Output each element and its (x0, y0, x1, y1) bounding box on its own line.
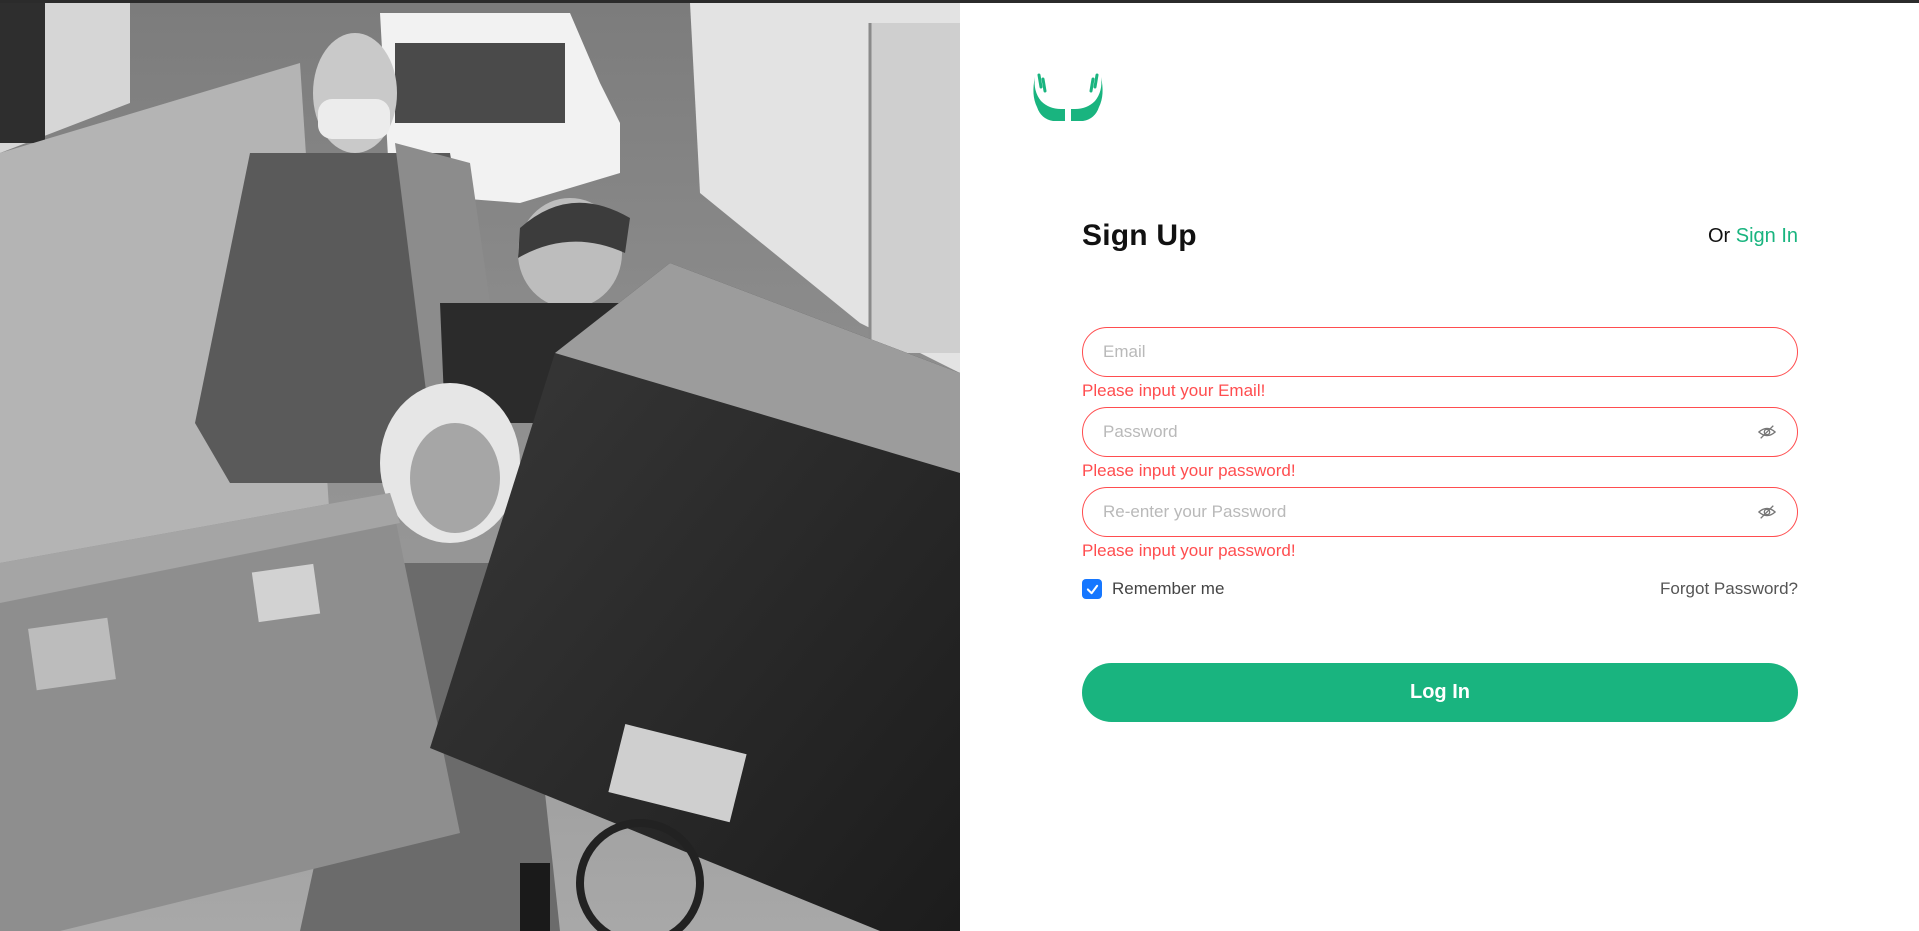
remember-row: Remember me Forgot Password? (1082, 577, 1798, 601)
hero-photo (0, 3, 960, 931)
remember-me[interactable]: Remember me (1082, 579, 1224, 599)
sign-in-link[interactable]: Sign In (1736, 225, 1798, 247)
password-error: Please input your password! (1082, 461, 1296, 480)
email-error: Please input your Email! (1082, 381, 1266, 400)
password-input[interactable] (1103, 422, 1757, 442)
email-input[interactable] (1103, 342, 1777, 362)
password-field[interactable] (1082, 407, 1798, 457)
confirm-password-input[interactable] (1103, 502, 1757, 522)
caring-hands-icon (1031, 73, 1105, 125)
login-button[interactable]: Log In (1082, 663, 1798, 722)
signup-page: Sign Up Or Sign In Please input your Ema… (0, 0, 1919, 931)
confirm-password-error: Please input your password! (1082, 541, 1296, 560)
check-icon (1086, 584, 1098, 594)
remember-checkbox[interactable] (1082, 579, 1102, 599)
or-text: Or (1707, 224, 1731, 247)
eye-invisible-icon[interactable] (1757, 502, 1777, 522)
eye-invisible-icon[interactable] (1757, 422, 1777, 442)
form-header: Sign Up Or Sign In (1082, 216, 1798, 256)
signup-panel: Sign Up Or Sign In Please input your Ema… (960, 3, 1919, 931)
page-title: Sign Up (1082, 219, 1197, 252)
signin-prompt: Or Sign In (1708, 225, 1798, 248)
email-field[interactable] (1082, 327, 1798, 377)
remember-label: Remember me (1112, 579, 1225, 598)
forgot-password-link[interactable]: Forgot Password? (1660, 579, 1798, 599)
confirm-password-field[interactable] (1082, 487, 1798, 537)
